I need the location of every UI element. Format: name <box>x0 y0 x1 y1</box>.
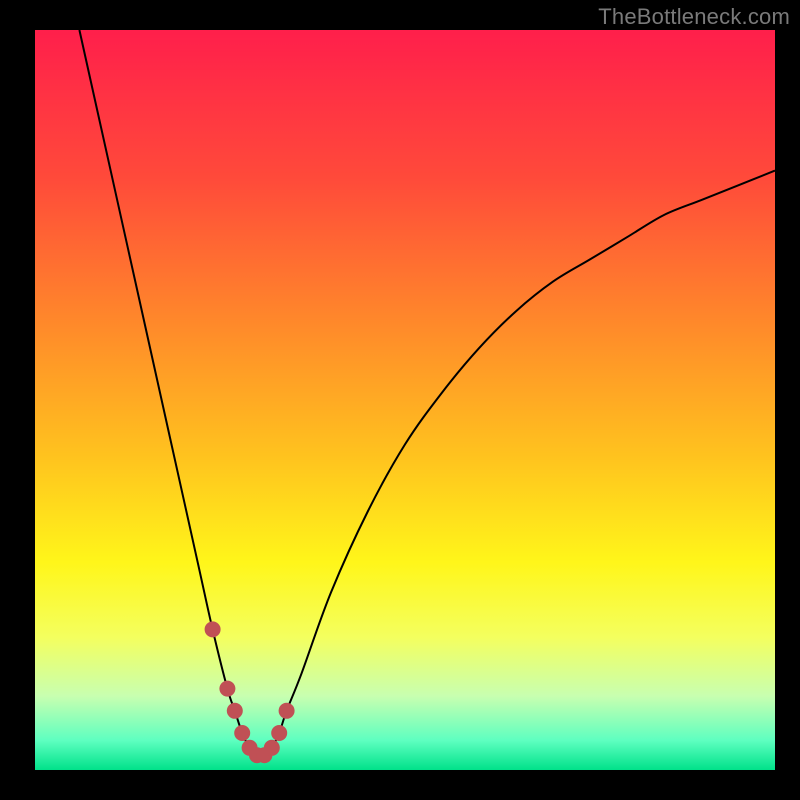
optimum-marker <box>234 725 250 741</box>
optimum-marker <box>271 725 287 741</box>
optimum-marker <box>264 740 280 756</box>
chart-frame: TheBottleneck.com <box>0 0 800 800</box>
optimum-marker <box>279 703 295 719</box>
optimum-marker <box>227 703 243 719</box>
optimum-marker <box>219 681 235 697</box>
plot-background <box>35 30 775 770</box>
optimum-marker <box>205 621 221 637</box>
bottleneck-chart <box>0 0 800 800</box>
